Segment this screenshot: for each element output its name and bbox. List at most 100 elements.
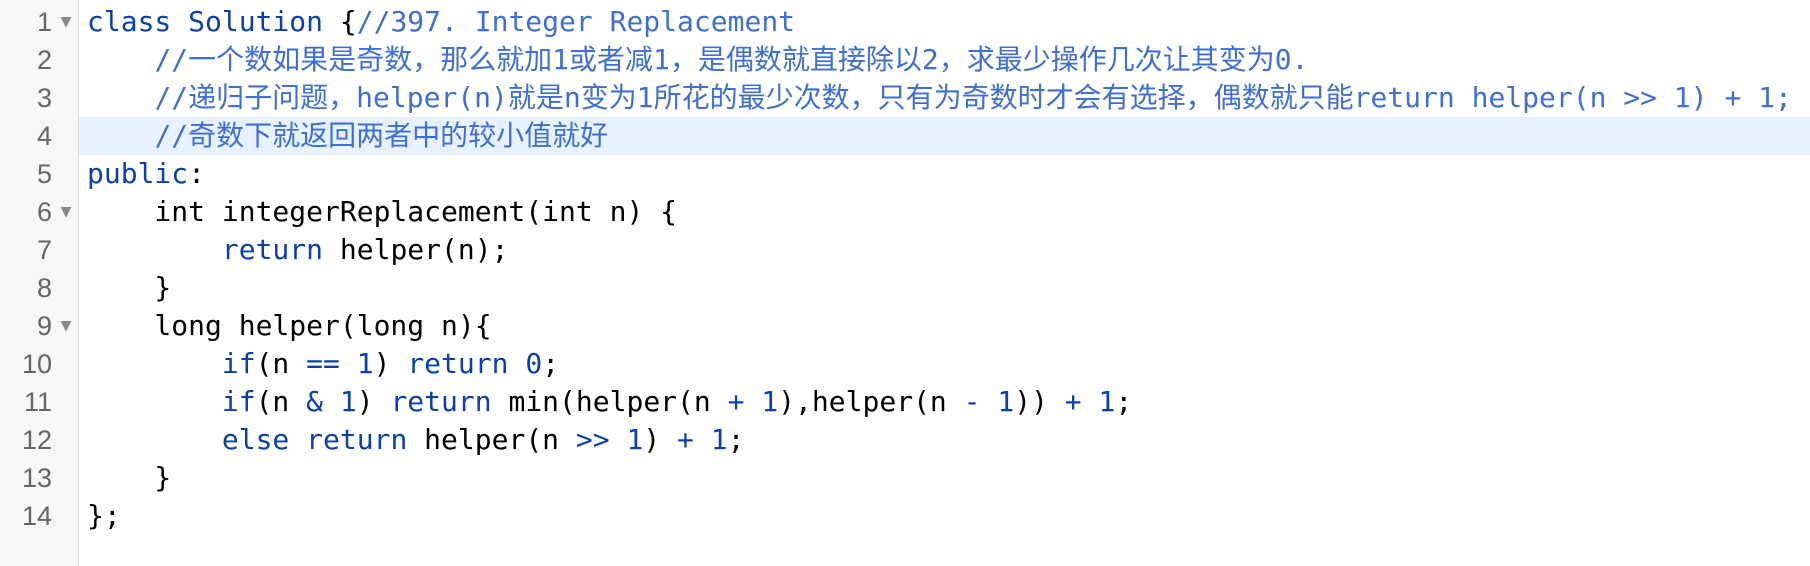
code-line-area[interactable]: //一个数如果是奇数，那么就加1或者减1，是偶数就直接除以2，求最少操作几次让其… <box>79 41 1810 79</box>
token-comment: //奇数下就返回两者中的较小值就好 <box>154 119 609 152</box>
code-line-area[interactable]: int integerReplacement(int n) { <box>79 193 1810 231</box>
token-keyword: class Solution <box>87 5 324 38</box>
code-line-area[interactable]: } <box>79 269 1810 307</box>
token-operator: + <box>727 385 745 418</box>
code-line[interactable]: 8 } <box>0 269 1810 307</box>
line-number: 14 <box>21 501 52 531</box>
code-line[interactable]: 6 ▼ int integerReplacement(int n) { <box>0 193 1810 231</box>
code-text: } <box>87 269 171 307</box>
token-plain: long helper(long n){ <box>87 309 492 342</box>
token-keyword: else <box>221 423 290 456</box>
token-plain: (n <box>255 347 307 380</box>
line-number: 12 <box>21 425 52 455</box>
code-line-area[interactable]: if(n == 1) return 0; <box>79 345 1810 383</box>
code-line-area[interactable]: //奇数下就返回两者中的较小值就好 <box>79 117 1810 155</box>
token-plain: (n <box>255 385 307 418</box>
token-keyword: return <box>407 347 509 380</box>
token-operator: + <box>677 423 694 456</box>
token-plain: ) <box>643 423 678 456</box>
line-number: 5 <box>36 159 52 189</box>
code-line-area[interactable]: else return helper(n >> 1) + 1; <box>79 421 1810 459</box>
line-number: 13 <box>21 463 52 493</box>
fold-arrow-icon[interactable]: ▼ <box>58 307 74 345</box>
token-keyword: return <box>390 385 492 418</box>
token-plain: min(helper(n <box>491 385 728 418</box>
token-number: 1 <box>761 385 779 418</box>
token-plain: }; <box>87 499 121 532</box>
code-text: else return helper(n >> 1) + 1; <box>87 421 745 459</box>
code-text: }; <box>87 497 121 535</box>
code-line[interactable]: 14}; <box>0 497 1810 535</box>
code-line[interactable]: 11 if(n & 1) return min(helper(n + 1),he… <box>0 383 1810 421</box>
code-text: } <box>87 459 171 497</box>
code-line[interactable]: 7 return helper(n); <box>0 231 1810 269</box>
code-text: return helper(n); <box>87 231 509 269</box>
line-number: 3 <box>36 83 52 113</box>
token-comment: //397. Integer Replacement <box>356 5 796 38</box>
code-line[interactable]: 9 ▼ long helper(long n){ <box>0 307 1810 345</box>
code-text: if(n & 1) return min(helper(n + 1),helpe… <box>87 383 1132 421</box>
code-line-area[interactable]: long helper(long n){ <box>79 307 1810 345</box>
token-number: 1 <box>356 347 374 380</box>
token-plain: ; <box>1115 385 1133 418</box>
code-line[interactable]: 5 public: <box>0 155 1810 193</box>
code-line[interactable]: 13 } <box>0 459 1810 497</box>
code-text: public: <box>87 155 205 193</box>
code-text: //奇数下就返回两者中的较小值就好 <box>87 117 608 155</box>
code-line[interactable]: 3 //递归子问题，helper(n)就是n变为1所花的最少次数，只有为奇数时才… <box>0 79 1810 117</box>
code-line[interactable]: 12 else return helper(n >> 1) + 1; <box>0 421 1810 459</box>
code-lines: 1 ▼ class Solution {//397. Integer Replace… <box>0 3 1810 535</box>
code-text: //递归子问题，helper(n)就是n变为1所花的最少次数，只有为奇数时才会有… <box>87 79 1791 117</box>
token-plain: helper(n); <box>323 233 509 266</box>
code-line-area[interactable]: public: <box>79 155 1810 193</box>
line-number: 2 <box>36 45 52 75</box>
fold-arrow-icon[interactable]: ▼ <box>58 193 74 231</box>
code-line-area[interactable]: }; <box>79 497 1810 535</box>
code-text: class Solution {//397. Integer Replaceme… <box>87 3 795 41</box>
token-operator: >> <box>575 423 610 456</box>
token-plain: } <box>87 461 172 494</box>
line-number: 10 <box>21 349 52 379</box>
code-line[interactable]: 2 //一个数如果是奇数，那么就加1或者减1，是偶数就直接除以2，求最少操作几次… <box>0 41 1810 79</box>
code-line[interactable]: 1 ▼ class Solution {//397. Integer Replace… <box>0 3 1810 41</box>
line-number: 4 <box>36 121 52 151</box>
token-keyword: return <box>221 233 324 266</box>
code-line[interactable]: 4 //奇数下就返回两者中的较小值就好 <box>0 117 1810 155</box>
token-plain: } <box>87 271 172 304</box>
token-plain: { <box>323 5 357 38</box>
fold-arrow-icon[interactable]: ▼ <box>58 3 74 41</box>
token-number: 1 <box>710 423 728 456</box>
code-line[interactable]: 10 if(n == 1) return 0; <box>0 345 1810 383</box>
token-keyword: if <box>221 385 256 418</box>
token-operator: == <box>306 347 340 380</box>
code-editor[interactable]: 1 ▼ class Solution {//397. Integer Replace… <box>0 0 1810 566</box>
code-line-area[interactable]: return helper(n); <box>79 231 1810 269</box>
token-keyword: if <box>221 347 256 380</box>
code-line-area[interactable]: if(n & 1) return min(helper(n + 1),helpe… <box>79 383 1810 421</box>
code-line-area[interactable]: //递归子问题，helper(n)就是n变为1所花的最少次数，只有为奇数时才会有… <box>79 79 1810 117</box>
token-plain: helper(n <box>407 423 576 456</box>
code-line-area[interactable]: class Solution {//397. Integer Replaceme… <box>79 3 1810 41</box>
line-number: 11 <box>23 387 52 417</box>
token-operator: & <box>306 385 324 418</box>
code-line-area[interactable]: } <box>79 459 1810 497</box>
token-plain: ; <box>727 423 745 456</box>
token-number: 0 <box>525 347 543 380</box>
line-number: 6 <box>36 197 52 227</box>
code-text: long helper(long n){ <box>87 307 492 345</box>
token-keyword: return <box>306 423 408 456</box>
